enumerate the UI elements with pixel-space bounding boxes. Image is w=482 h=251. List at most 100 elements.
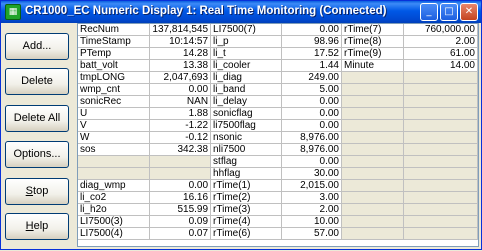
field-value-cell[interactable]: 8,976.00 [281, 143, 342, 156]
delete-all-button[interactable]: Delete All [5, 105, 69, 132]
empty-cell[interactable] [341, 179, 405, 192]
empty-cell[interactable] [403, 203, 478, 216]
field-name-cell[interactable]: PTemp [78, 47, 151, 60]
empty-cell[interactable] [403, 119, 478, 132]
maximize-icon[interactable]: □ [440, 3, 458, 21]
field-name-cell[interactable]: sonicflag [210, 107, 283, 120]
field-value-cell[interactable]: -1.22 [149, 119, 212, 132]
field-name-cell[interactable]: nli7500 [210, 143, 283, 156]
field-name-cell[interactable]: TimeStamp [78, 35, 151, 48]
field-value-cell[interactable]: 30.00 [281, 167, 342, 180]
field-name-cell[interactable]: RecNum [78, 24, 151, 36]
field-value-cell[interactable]: 0.00 [281, 155, 342, 168]
minimize-icon[interactable]: _ [420, 3, 438, 21]
field-value-cell[interactable]: 2.00 [281, 203, 342, 216]
field-value-cell[interactable]: 0.00 [149, 179, 212, 192]
field-name-cell[interactable]: wmp_cnt [78, 83, 151, 96]
field-name-cell[interactable]: li_band [210, 83, 283, 96]
field-value-cell[interactable]: 2.00 [403, 35, 478, 48]
field-value-cell[interactable]: 98.96 [281, 35, 342, 48]
field-value-cell[interactable]: 10.00 [281, 215, 342, 228]
field-value-cell[interactable]: NAN [149, 95, 212, 108]
field-value-cell[interactable]: 249.00 [281, 71, 342, 84]
field-value-cell[interactable]: 0.09 [149, 215, 212, 228]
empty-cell[interactable] [341, 203, 405, 216]
field-name-cell[interactable]: sonicRec [78, 95, 151, 108]
title-bar[interactable]: ▦ CR1000_EC Numeric Display 1: Real Time… [1, 1, 481, 23]
empty-cell[interactable] [341, 215, 405, 228]
empty-cell[interactable] [341, 83, 405, 96]
field-name-cell[interactable]: LI7500(7) [210, 24, 283, 36]
field-name-cell[interactable]: U [78, 107, 151, 120]
empty-cell[interactable] [341, 191, 405, 204]
field-value-cell[interactable]: -0.12 [149, 131, 212, 144]
field-name-cell[interactable]: li_co2 [78, 191, 151, 204]
field-name-cell[interactable]: sos [78, 143, 151, 156]
empty-cell[interactable] [403, 155, 478, 168]
field-value-cell[interactable]: 10:14:57 [149, 35, 212, 48]
field-name-cell[interactable]: li_h2o [78, 203, 151, 216]
empty-cell[interactable] [403, 191, 478, 204]
field-value-cell[interactable]: 3.00 [281, 191, 342, 204]
field-name-cell[interactable]: rTime(3) [210, 203, 283, 216]
close-icon[interactable]: ✕ [460, 3, 478, 21]
field-value-cell[interactable]: 0.00 [281, 119, 342, 132]
empty-cell[interactable] [403, 179, 478, 192]
empty-cell[interactable] [403, 227, 478, 240]
field-value-cell[interactable]: 13.38 [149, 59, 212, 72]
field-name-cell[interactable]: li_diag [210, 71, 283, 84]
field-name-cell[interactable]: stflag [210, 155, 283, 168]
values-grid[interactable]: RecNum 137,814,545 LI7500(7) 0.00 rTime(7) 76… [77, 23, 479, 247]
field-value-cell[interactable]: 137,814,545 [149, 24, 212, 36]
numeric-display-app-icon[interactable]: ▦ [5, 4, 21, 20]
field-value-cell[interactable]: 57.00 [281, 227, 342, 240]
empty-cell[interactable] [149, 155, 212, 168]
field-value-cell[interactable]: 14.00 [403, 59, 478, 72]
field-value-cell[interactable]: 0.00 [281, 107, 342, 120]
field-value-cell[interactable]: 0.00 [281, 24, 342, 36]
field-name-cell[interactable]: rTime(4) [210, 215, 283, 228]
field-name-cell[interactable]: LI7500(4) [78, 227, 151, 240]
empty-cell[interactable] [403, 71, 478, 84]
empty-cell[interactable] [341, 155, 405, 168]
empty-cell[interactable] [403, 167, 478, 180]
field-name-cell[interactable]: batt_volt [78, 59, 151, 72]
empty-cell[interactable] [78, 155, 151, 168]
empty-cell[interactable] [403, 83, 478, 96]
field-name-cell[interactable]: nsonic [210, 131, 283, 144]
field-name-cell[interactable]: tmpLONG [78, 71, 151, 84]
field-name-cell[interactable]: li_cooler [210, 59, 283, 72]
empty-cell[interactable] [341, 95, 405, 108]
empty-cell[interactable] [341, 167, 405, 180]
field-value-cell[interactable]: 1.44 [281, 59, 342, 72]
field-value-cell[interactable]: 0.00 [281, 95, 342, 108]
empty-cell[interactable] [403, 215, 478, 228]
field-name-cell[interactable]: W [78, 131, 151, 144]
help-button[interactable]: Help [5, 213, 69, 240]
field-name-cell[interactable]: li_delay [210, 95, 283, 108]
field-name-cell[interactable]: LI7500(3) [78, 215, 151, 228]
empty-cell[interactable] [403, 107, 478, 120]
empty-cell[interactable] [403, 131, 478, 144]
empty-cell[interactable] [341, 131, 405, 144]
add-button[interactable]: Add... [5, 33, 69, 60]
field-name-cell[interactable]: li_t [210, 47, 283, 60]
empty-cell[interactable] [341, 119, 405, 132]
field-value-cell[interactable]: 515.99 [149, 203, 212, 216]
field-name-cell[interactable]: rTime(6) [210, 227, 283, 240]
empty-cell[interactable] [78, 167, 151, 180]
field-value-cell[interactable]: 0.00 [149, 83, 212, 96]
options-button[interactable]: Options... [5, 141, 69, 168]
field-value-cell[interactable]: 1.88 [149, 107, 212, 120]
field-value-cell[interactable]: 2,047,693 [149, 71, 212, 84]
field-value-cell[interactable]: 5.00 [281, 83, 342, 96]
field-name-cell[interactable]: rTime(2) [210, 191, 283, 204]
field-name-cell[interactable]: li7500flag [210, 119, 283, 132]
empty-cell[interactable] [341, 71, 405, 84]
delete-button[interactable]: Delete [5, 68, 69, 95]
field-name-cell[interactable]: rTime(7) [341, 24, 405, 36]
field-name-cell[interactable]: diag_wmp [78, 179, 151, 192]
stop-button[interactable]: Stop [5, 178, 69, 205]
field-name-cell[interactable]: rTime(9) [341, 47, 405, 60]
field-value-cell[interactable]: 14.28 [149, 47, 212, 60]
